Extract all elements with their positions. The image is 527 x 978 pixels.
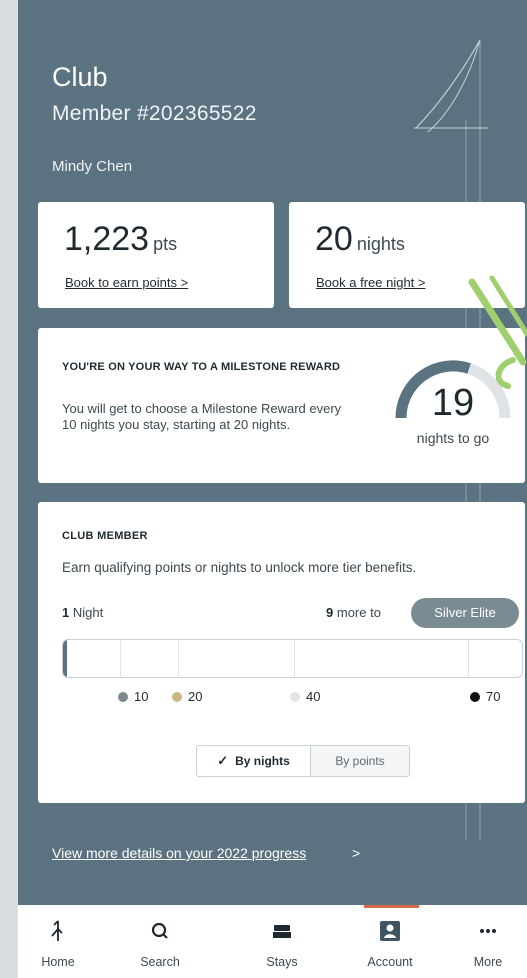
points-value: 1,223 <box>64 220 150 258</box>
marker-dot-icon <box>172 691 182 702</box>
current-nights: 1 Night <box>62 605 103 620</box>
current-nights-label: Night <box>72 605 104 620</box>
tier-bar-divider <box>468 640 469 677</box>
nights-value: 20 <box>315 220 353 258</box>
tier-bar-divider <box>178 640 179 677</box>
tier-progress-card: CLUB MEMBER Earn qualifying points or ni… <box>38 502 525 803</box>
tier-bar-divider <box>120 640 121 677</box>
nav-search-label: Search <box>140 955 180 969</box>
nav-stays[interactable]: Stays <box>242 905 322 978</box>
member-number: Member #202365522 <box>52 102 257 125</box>
marker-dot-icon <box>118 691 128 702</box>
by-nights-toggle[interactable]: ✓ By nights <box>197 746 311 776</box>
current-nights-count: 1 <box>62 605 70 620</box>
nav-more[interactable]: More <box>448 905 527 978</box>
tier-description: Earn qualifying points or nights to unlo… <box>62 560 417 575</box>
decorative-green-clip-icon <box>468 275 527 389</box>
points-unit: pts <box>153 234 178 254</box>
marker-label: 10 <box>134 689 149 704</box>
nights-to-go-label: nights to go <box>416 430 490 446</box>
account-icon <box>350 919 430 943</box>
progress-details-link[interactable]: View more details on your 2022 progress <box>52 845 306 861</box>
points-card: 1,223 pts Book to earn points > <box>38 202 274 308</box>
milestone-description: You will get to choose a Milestone Rewar… <box>62 401 342 432</box>
phone-screen: Club Member #202365522 Mindy Chen 1,223 p… <box>18 0 527 978</box>
tier-progress-bar <box>62 639 523 678</box>
marker-label: 20 <box>188 689 203 704</box>
home-logo-icon <box>18 919 98 943</box>
book-earn-points-link[interactable]: Book to earn points > <box>65 275 188 290</box>
nav-active-indicator <box>364 905 419 908</box>
tier-marker-10: 10 <box>118 689 148 704</box>
book-free-night-link[interactable]: Book a free night > <box>316 275 426 290</box>
tier-progress-fill <box>63 640 67 677</box>
by-nights-label: By nights <box>235 754 290 768</box>
points-value-line: 1,223 pts <box>64 220 177 259</box>
member-name: Mindy Chen <box>52 158 133 175</box>
nights-points-toggle: ✓ By nights By points <box>196 745 410 777</box>
bottom-nav: Home Search Stays Account More <box>18 905 527 978</box>
tier-marker-20: 20 <box>172 689 202 704</box>
nights-unit: nights <box>356 234 405 254</box>
tier-marker-70: 70 <box>470 689 500 704</box>
search-icon <box>120 919 200 943</box>
nav-more-label: More <box>473 955 503 969</box>
nights-remaining-text: more to <box>336 605 381 620</box>
nav-stays-label: Stays <box>266 955 298 969</box>
milestone-title: YOU'RE ON YOUR WAY TO A MILESTONE REWARD <box>62 361 341 373</box>
nav-home-label: Home <box>41 955 75 969</box>
nav-account-label: Account <box>367 955 413 969</box>
nights-remaining: 9 more to <box>326 605 381 620</box>
milestone-card: YOU'RE ON YOUR WAY TO A MILESTONE REWARD… <box>38 328 525 483</box>
marker-dot-icon <box>290 691 300 702</box>
nights-value-line: 20 nights <box>315 220 405 259</box>
by-points-toggle[interactable]: By points <box>311 746 409 776</box>
bed-icon <box>242 919 322 943</box>
marker-label: 70 <box>486 689 501 704</box>
more-icon <box>448 919 527 943</box>
account-hero: Club Member #202365522 Mindy Chen 1,223 p… <box>18 0 527 905</box>
next-tier-badge: Silver Elite <box>411 598 519 628</box>
nights-remaining-count: 9 <box>326 605 334 620</box>
page-title: Club <box>52 62 108 92</box>
tier-marker-40: 40 <box>290 689 320 704</box>
nav-account[interactable]: Account <box>350 905 430 978</box>
marker-dot-icon <box>470 691 480 702</box>
marker-label: 40 <box>306 689 321 704</box>
check-icon: ✓ <box>217 753 229 768</box>
nav-search[interactable]: Search <box>120 905 200 978</box>
chevron-right-icon: > <box>352 845 361 861</box>
nav-home[interactable]: Home <box>18 905 98 978</box>
tier-title: CLUB MEMBER <box>62 530 148 542</box>
tier-bar-divider <box>294 640 295 677</box>
